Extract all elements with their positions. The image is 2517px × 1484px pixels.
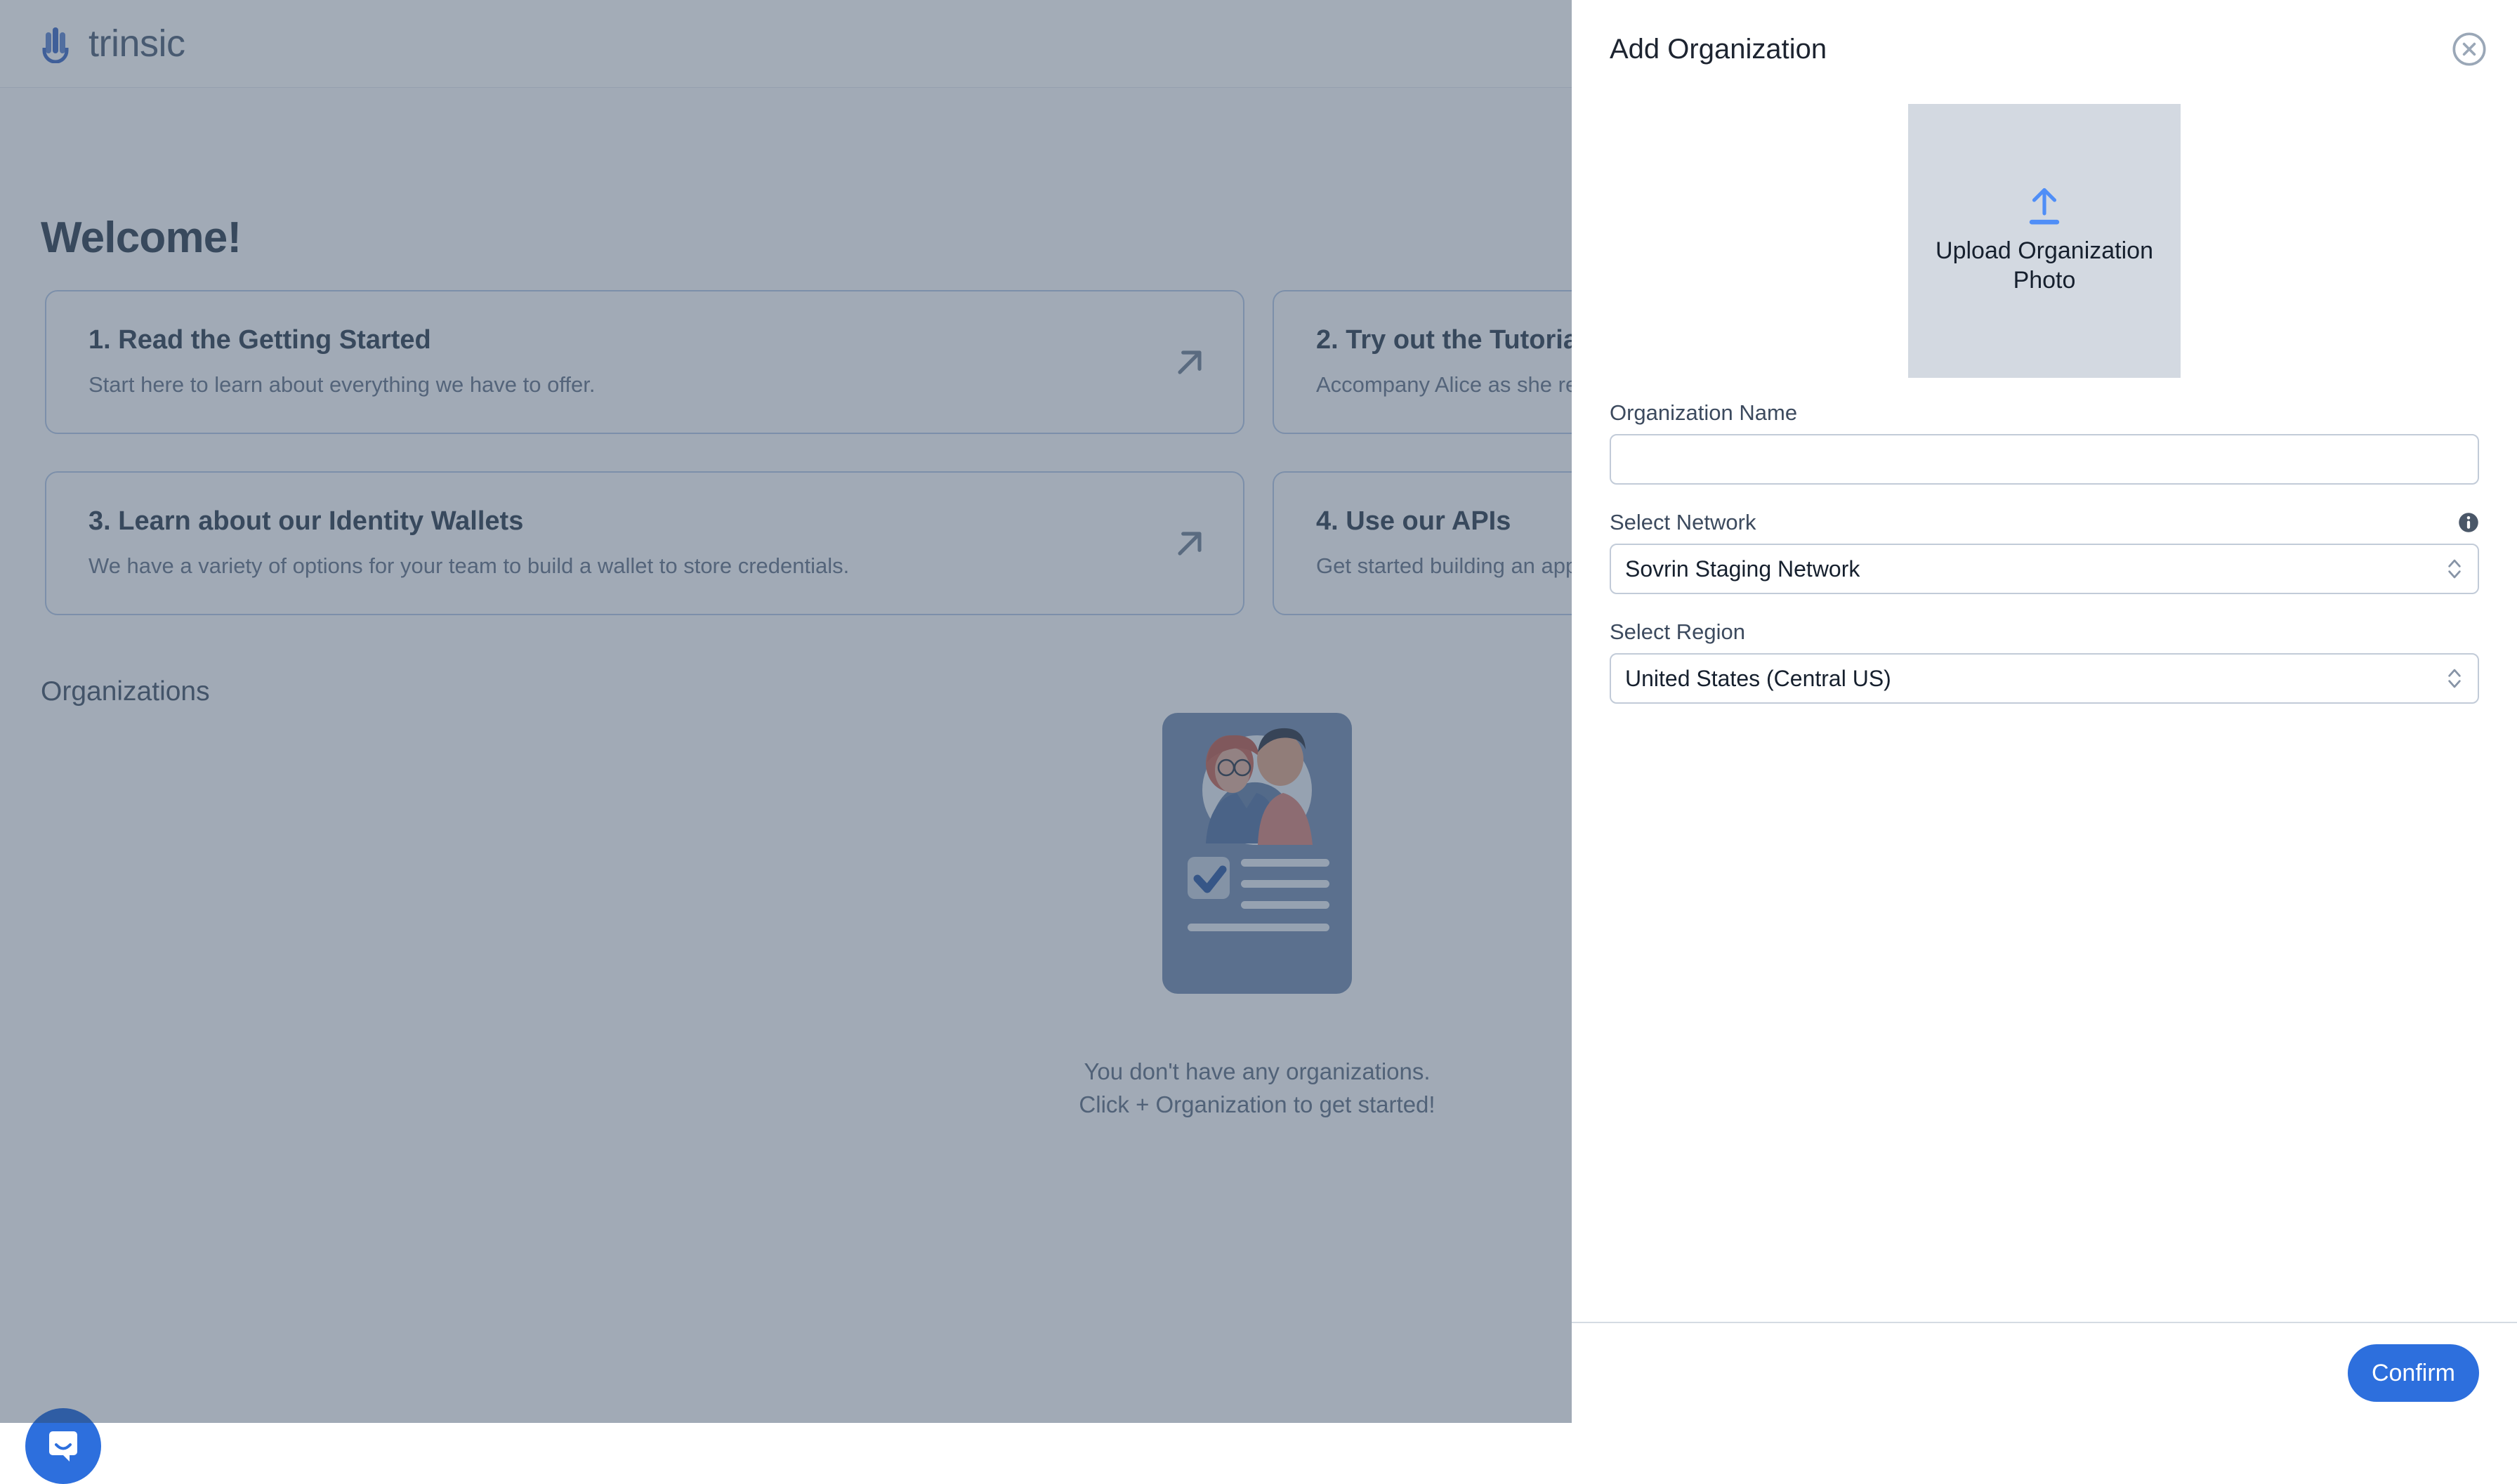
organization-name-input[interactable] bbox=[1610, 434, 2479, 485]
select-network-dropdown[interactable]: Sovrin Staging Network bbox=[1610, 544, 2479, 594]
chevron-up-down-icon bbox=[2447, 556, 2462, 582]
upload-arrow-icon bbox=[2025, 187, 2063, 228]
close-icon[interactable] bbox=[2451, 31, 2488, 67]
panel-title: Add Organization bbox=[1610, 34, 1827, 65]
confirm-button[interactable]: Confirm bbox=[2348, 1344, 2479, 1402]
select-network-label: Select Network bbox=[1610, 510, 1756, 535]
panel-header: Add Organization bbox=[1572, 0, 2517, 104]
select-region-value: United States (Central US) bbox=[1625, 666, 1891, 692]
panel-footer: Confirm bbox=[1572, 1322, 2517, 1423]
select-region-label: Select Region bbox=[1610, 619, 2479, 645]
organization-name-label: Organization Name bbox=[1610, 400, 2479, 426]
field-group-select-network: Select Network Sovrin Staging Network bbox=[1610, 510, 2479, 594]
info-icon[interactable] bbox=[2458, 512, 2479, 533]
field-group-organization-name: Organization Name bbox=[1610, 400, 2479, 485]
upload-organization-photo-dropzone[interactable]: Upload Organization Photo bbox=[1908, 104, 2181, 378]
field-group-select-region: Select Region United States (Central US) bbox=[1610, 619, 2479, 704]
select-region-dropdown[interactable]: United States (Central US) bbox=[1610, 653, 2479, 704]
panel-body: Upload Organization Photo Organization N… bbox=[1572, 104, 2517, 1322]
add-organization-panel: Add Organization Upload Organization Pho… bbox=[1572, 0, 2517, 1423]
select-network-value: Sovrin Staging Network bbox=[1625, 556, 1860, 582]
chevron-up-down-icon bbox=[2447, 665, 2462, 692]
chat-bubble-smile-icon bbox=[42, 1425, 84, 1467]
select-network-label-row: Select Network bbox=[1610, 510, 2479, 535]
upload-photo-label: Upload Organization Photo bbox=[1932, 236, 2157, 295]
